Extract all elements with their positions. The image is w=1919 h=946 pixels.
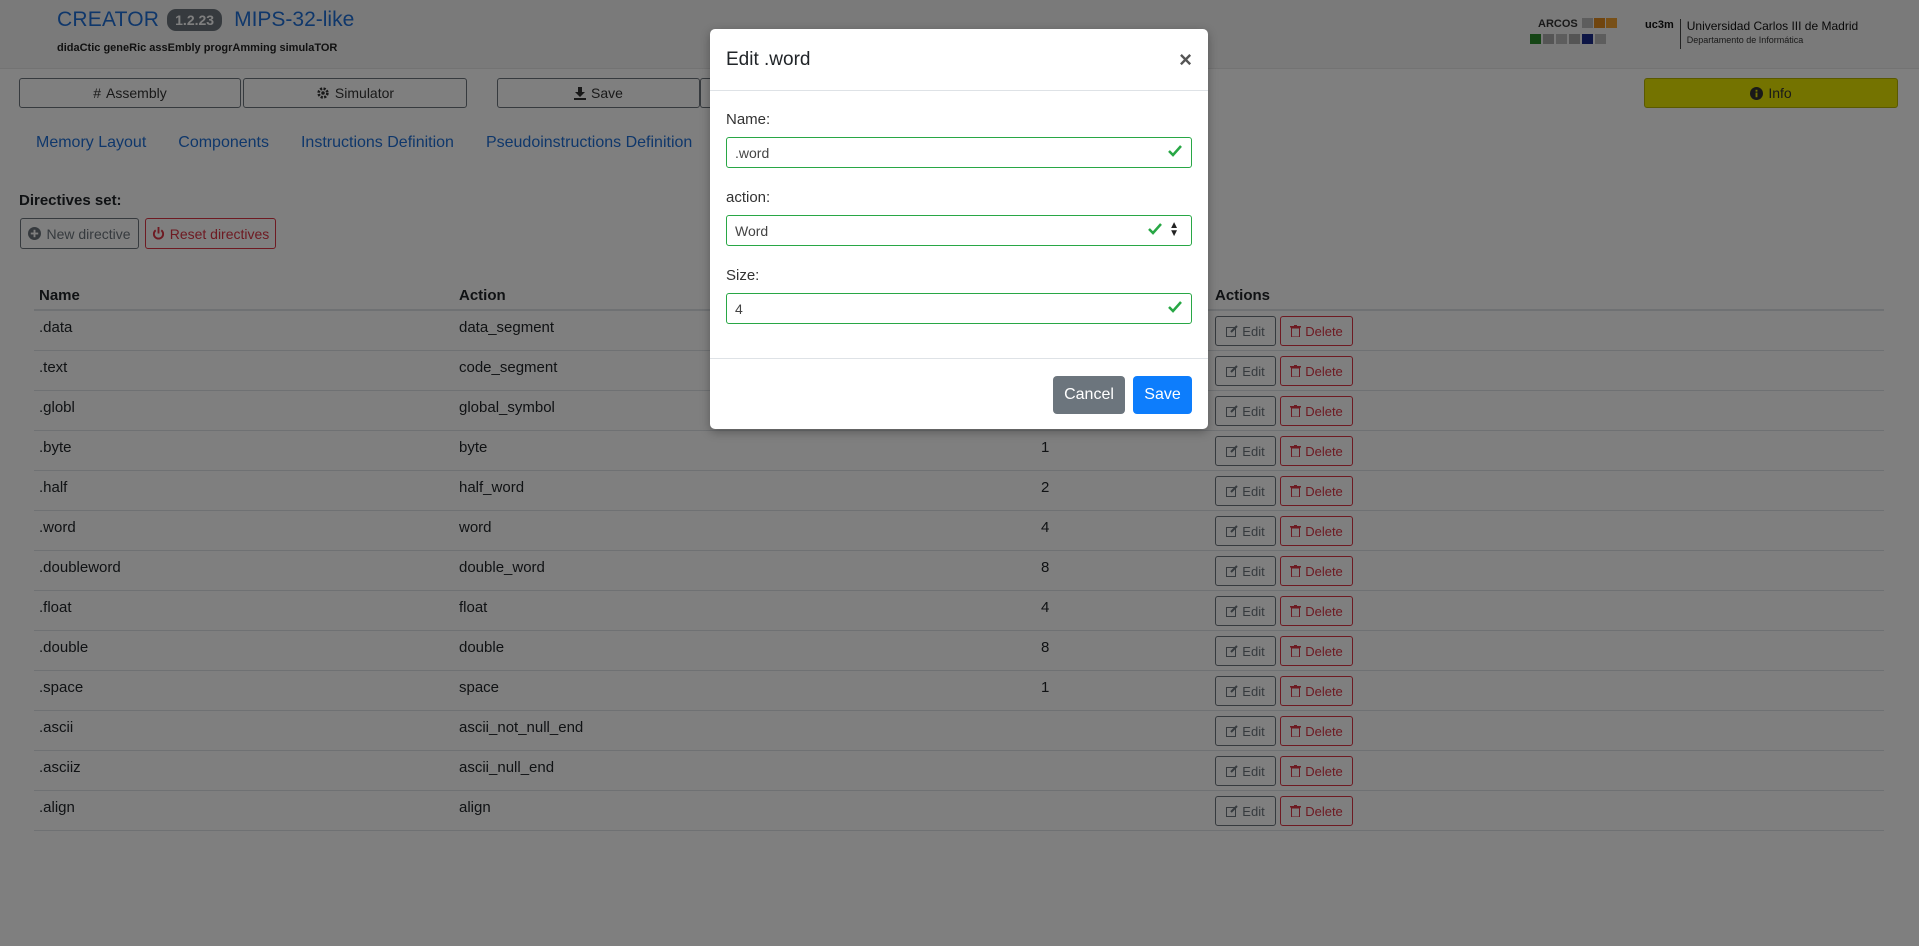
check-icon [1167, 299, 1183, 315]
modal-footer-divider [710, 358, 1208, 359]
action-label: action: [726, 189, 771, 206]
cancel-button[interactable]: Cancel [1053, 376, 1125, 414]
action-select[interactable]: Word ▲ ▼ [726, 215, 1192, 246]
edit-directive-modal: Edit .word × Name: .word action: Word ▲ ▼… [710, 29, 1208, 429]
size-field[interactable]: 4 [726, 293, 1192, 324]
check-icon [1147, 221, 1163, 237]
size-label: Size: [726, 267, 760, 284]
name-field[interactable]: .word [726, 137, 1192, 168]
name-field-value: .word [735, 145, 770, 161]
modal-header: Edit .word × [710, 29, 1208, 91]
select-arrows-icon: ▲ ▼ [1169, 220, 1179, 239]
name-label: Name: [726, 111, 771, 128]
modal-title: Edit .word [726, 49, 811, 70]
save-button[interactable]: Save [1133, 376, 1192, 414]
size-field-value: 4 [735, 301, 743, 317]
close-icon[interactable]: × [1179, 47, 1192, 73]
action-select-value: Word [735, 223, 769, 239]
check-icon [1167, 143, 1183, 159]
